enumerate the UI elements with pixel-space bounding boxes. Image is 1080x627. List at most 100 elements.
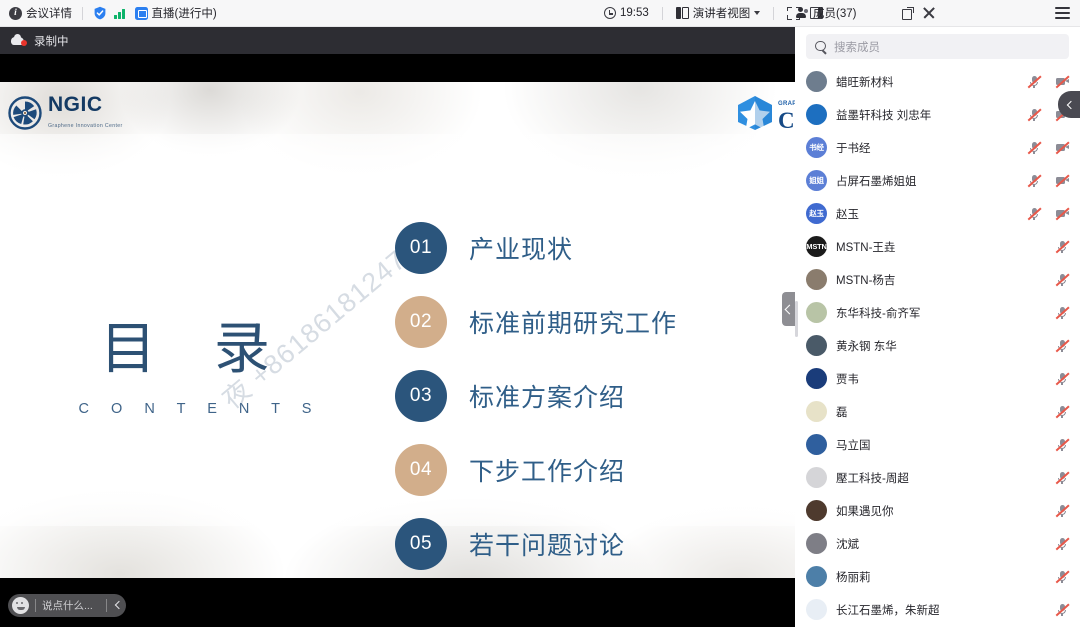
microphone-muted-icon[interactable] xyxy=(1027,108,1041,122)
search-icon xyxy=(815,41,827,53)
microphone-muted-icon[interactable] xyxy=(1055,570,1069,584)
popout-icon[interactable] xyxy=(902,7,914,19)
cgia-big-text: CG xyxy=(778,108,795,133)
participant-row[interactable]: 贾韦 xyxy=(795,362,1080,395)
participant-row[interactable]: 磊 xyxy=(795,395,1080,428)
cgia-logo: GRAPHENE CG xyxy=(735,93,795,132)
scroll-indicator[interactable] xyxy=(795,301,798,337)
participant-status-icons xyxy=(1055,603,1069,617)
participant-name: 如果遇见你 xyxy=(836,503,1046,519)
participant-row[interactable]: 壓工科技-周超 xyxy=(795,461,1080,494)
toc-label: 产业现状 xyxy=(469,230,573,266)
chat-input-bar[interactable]: 说点什么... xyxy=(8,594,126,617)
toc-label: 标准前期研究工作 xyxy=(469,304,677,340)
chat-input-placeholder[interactable]: 说点什么... xyxy=(42,598,104,613)
participant-row[interactable]: 蜡旺新材料 xyxy=(795,65,1080,98)
participant-row[interactable]: 赵玉赵玉 xyxy=(795,197,1080,230)
chat-divider xyxy=(106,599,107,612)
live-broadcast-icon xyxy=(135,7,148,20)
close-icon[interactable] xyxy=(923,7,935,19)
menu-button[interactable] xyxy=(1055,7,1070,19)
view-mode-selector[interactable]: 演讲者视图 xyxy=(676,5,761,21)
shared-slide[interactable]: NGIC Graphene Innovation Center G xyxy=(0,82,795,578)
participant-row[interactable]: 姐姐占屏石墨烯姐姐 xyxy=(795,164,1080,197)
participant-row[interactable]: 杨丽莉 xyxy=(795,560,1080,593)
participant-name: 贾韦 xyxy=(836,371,1046,387)
participant-row[interactable]: 书经于书经 xyxy=(795,131,1080,164)
panel-collapse-button[interactable] xyxy=(1058,91,1080,118)
participant-row[interactable]: MSTNMSTN-王垚 xyxy=(795,230,1080,263)
microphone-muted-icon[interactable] xyxy=(1055,471,1069,485)
shield-icon[interactable] xyxy=(93,6,107,20)
participant-name: 于书经 xyxy=(836,140,1018,156)
toc-number: 01 xyxy=(395,222,447,274)
microphone-muted-icon[interactable] xyxy=(1055,240,1069,254)
microphone-muted-icon[interactable] xyxy=(1055,339,1069,353)
view-mode-label: 演讲者视图 xyxy=(693,5,751,21)
microphone-muted-icon[interactable] xyxy=(1055,438,1069,452)
participant-status-icons xyxy=(1055,339,1069,353)
toc-label: 标准方案介绍 xyxy=(469,378,625,414)
participant-name: 壓工科技-周超 xyxy=(836,470,1046,486)
meeting-details-button[interactable]: i 会议详情 xyxy=(9,5,72,21)
participant-status-icons xyxy=(1055,537,1069,551)
participants-panel: 搜索成员 蜡旺新材料益墨轩科技 刘忠年书经于书经姐姐占屏石墨烯姐姐赵玉赵玉MST… xyxy=(795,27,1080,627)
search-input[interactable]: 搜索成员 xyxy=(806,34,1069,59)
participant-row[interactable]: MSTN-杨吉 xyxy=(795,263,1080,296)
clock-icon xyxy=(604,7,616,19)
microphone-muted-icon[interactable] xyxy=(1027,141,1041,155)
cgia-emblem-icon xyxy=(735,95,775,131)
participants-list[interactable]: 蜡旺新材料益墨轩科技 刘忠年书经于书经姐姐占屏石墨烯姐姐赵玉赵玉MSTNMSTN… xyxy=(795,65,1080,627)
participant-name: 占屏石墨烯姐姐 xyxy=(836,173,1018,189)
participant-row[interactable]: 马立国 xyxy=(795,428,1080,461)
participant-status-icons xyxy=(1055,372,1069,386)
participant-name: 益墨轩科技 刘忠年 xyxy=(836,107,1018,123)
toc-label: 若干问题讨论 xyxy=(469,526,625,562)
participant-row[interactable]: 如果遇见你 xyxy=(795,494,1080,527)
microphone-muted-icon[interactable] xyxy=(1027,207,1041,221)
participant-name: 长江石墨烯，朱新超 xyxy=(836,602,1046,618)
microphone-muted-icon[interactable] xyxy=(1055,372,1069,386)
microphone-muted-icon[interactable] xyxy=(1055,504,1069,518)
toc-item: 05 若干问题讨论 xyxy=(395,518,677,570)
microphone-muted-icon[interactable] xyxy=(1055,306,1069,320)
participant-row[interactable]: 沈斌 xyxy=(795,527,1080,560)
participants-tab[interactable]: 成员(37) xyxy=(795,5,856,21)
participant-row[interactable]: 黄永钢 东华 xyxy=(795,329,1080,362)
microphone-muted-icon[interactable] xyxy=(1055,603,1069,617)
video-stage[interactable]: 录制中 xyxy=(0,27,795,627)
slide-heading-block: 目 录 C O N T E N T S xyxy=(60,304,330,417)
participant-status-icons xyxy=(1027,141,1069,155)
meeting-time-value: 19:53 xyxy=(620,7,649,19)
meeting-details-label: 会议详情 xyxy=(26,5,72,21)
slide-toc-list: 01 产业现状 02 标准前期研究工作 03 标准方案介绍 04 下步工作介绍 xyxy=(395,222,677,570)
camera-muted-icon[interactable] xyxy=(1055,141,1069,155)
emoji-icon[interactable] xyxy=(12,597,29,614)
microphone-muted-icon[interactable] xyxy=(1027,174,1041,188)
toc-item: 02 标准前期研究工作 xyxy=(395,296,677,348)
toolbar-divider xyxy=(662,7,663,20)
ngic-emblem-icon xyxy=(8,96,42,130)
participant-name: 磊 xyxy=(836,404,1046,420)
live-broadcast-status[interactable]: 直播(进行中) xyxy=(135,5,217,21)
slide-heading-en: C O N T E N T S xyxy=(60,401,330,417)
stage-collapse-handle[interactable] xyxy=(782,292,795,326)
camera-muted-icon[interactable] xyxy=(1055,75,1069,89)
avatar: 书经 xyxy=(806,137,827,158)
participant-row[interactable]: 东华科技-俞齐军 xyxy=(795,296,1080,329)
camera-muted-icon[interactable] xyxy=(1055,174,1069,188)
microphone-muted-icon[interactable] xyxy=(1055,273,1069,287)
camera-muted-icon[interactable] xyxy=(1055,207,1069,221)
participant-status-icons xyxy=(1055,471,1069,485)
microphone-muted-icon[interactable] xyxy=(1055,405,1069,419)
participant-row[interactable]: 长江石墨烯，朱新超 xyxy=(795,593,1080,626)
microphone-muted-icon[interactable] xyxy=(1027,75,1041,89)
chevron-left-icon[interactable] xyxy=(112,600,123,611)
microphone-muted-icon[interactable] xyxy=(1055,537,1069,551)
participant-name: 杨丽莉 xyxy=(836,569,1046,585)
meeting-app-window: i 会议详情 直播(进行中) 19:53 xyxy=(0,0,1080,627)
participants-count-label: 成员(37) xyxy=(813,5,856,21)
network-signal-icon[interactable] xyxy=(114,8,125,19)
avatar xyxy=(806,533,827,554)
participant-row[interactable]: 益墨轩科技 刘忠年 xyxy=(795,98,1080,131)
